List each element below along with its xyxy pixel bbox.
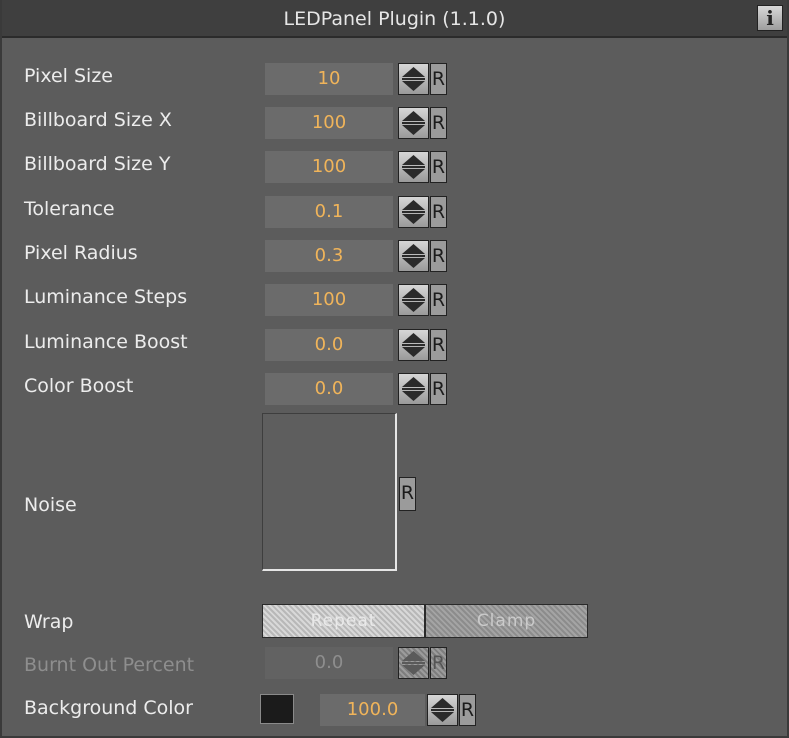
luminance-steps-label: Luminance Steps (24, 286, 188, 308)
luminance-boost-reset-button[interactable]: R (430, 329, 447, 361)
burnt-out-percent-field[interactable]: 0.0 (265, 647, 393, 679)
tolerance-field[interactable]: 0.1 (265, 196, 393, 228)
tolerance-reset-button[interactable]: R (430, 196, 447, 228)
burnt-out-percent-label: Burnt Out Percent (24, 654, 195, 676)
billboard-size-y-field[interactable]: 100 (265, 151, 393, 183)
title-bar: LEDPanel Plugin (1.1.0) i (2, 0, 787, 38)
color-boost-reset-button[interactable]: R (430, 373, 447, 405)
luminance-steps-reset-button[interactable]: R (430, 284, 447, 316)
billboard-size-y-reset-button[interactable]: R (430, 151, 447, 183)
pixel-size-reset-button[interactable]: R (430, 63, 447, 95)
burnt-out-percent-reset-button[interactable]: R (430, 647, 447, 679)
luminance-steps-stepper-icon[interactable] (398, 284, 429, 316)
pixel-size-stepper-icon[interactable] (398, 63, 429, 95)
luminance-boost-field[interactable]: 0.0 (265, 329, 393, 361)
billboard-size-x-field[interactable]: 100 (265, 107, 393, 139)
pixel-radius-reset-button[interactable]: R (430, 240, 447, 272)
luminance-boost-stepper-icon[interactable] (398, 329, 429, 361)
pixel-radius-stepper-icon[interactable] (398, 240, 429, 272)
info-icon[interactable]: i (757, 5, 783, 31)
noise-texture-slot[interactable] (262, 413, 397, 571)
pixel-radius-label: Pixel Radius (24, 242, 138, 264)
luminance-steps-field[interactable]: 100 (265, 284, 393, 316)
billboard-size-y-stepper-icon[interactable] (398, 151, 429, 183)
wrap-repeat-button[interactable]: Repeat (262, 604, 425, 638)
panel-title: LEDPanel Plugin (1.1.0) (283, 8, 506, 30)
background-color-stepper-icon[interactable] (427, 694, 458, 726)
background-color-label: Background Color (24, 697, 193, 719)
pixel-size-label: Pixel Size (24, 65, 113, 87)
noise-reset-button[interactable]: R (399, 477, 416, 511)
wrap-clamp-button[interactable]: Clamp (425, 604, 588, 638)
billboard-size-x-reset-button[interactable]: R (430, 107, 447, 139)
luminance-boost-label: Luminance Boost (24, 331, 188, 353)
color-boost-label: Color Boost (24, 375, 134, 397)
background-color-reset-button[interactable]: R (459, 694, 476, 726)
background-color-alpha-field[interactable]: 100.0 (320, 694, 425, 726)
billboard-size-y-label: Billboard Size Y (24, 153, 171, 175)
billboard-size-x-label: Billboard Size X (24, 109, 172, 131)
burnt-out-percent-stepper-icon[interactable] (398, 647, 429, 679)
tolerance-stepper-icon[interactable] (398, 196, 429, 228)
color-boost-stepper-icon[interactable] (398, 373, 429, 405)
billboard-size-x-stepper-icon[interactable] (398, 107, 429, 139)
pixel-size-field[interactable]: 10 (265, 63, 393, 95)
wrap-label: Wrap (24, 611, 74, 633)
noise-label: Noise (24, 494, 77, 516)
background-color-swatch[interactable] (260, 694, 294, 724)
pixel-radius-field[interactable]: 0.3 (265, 240, 393, 272)
tolerance-label: Tolerance (24, 198, 115, 220)
ledpanel-plugin-panel: LEDPanel Plugin (1.1.0) i Pixel Size 10 … (0, 0, 789, 738)
color-boost-field[interactable]: 0.0 (265, 373, 393, 405)
